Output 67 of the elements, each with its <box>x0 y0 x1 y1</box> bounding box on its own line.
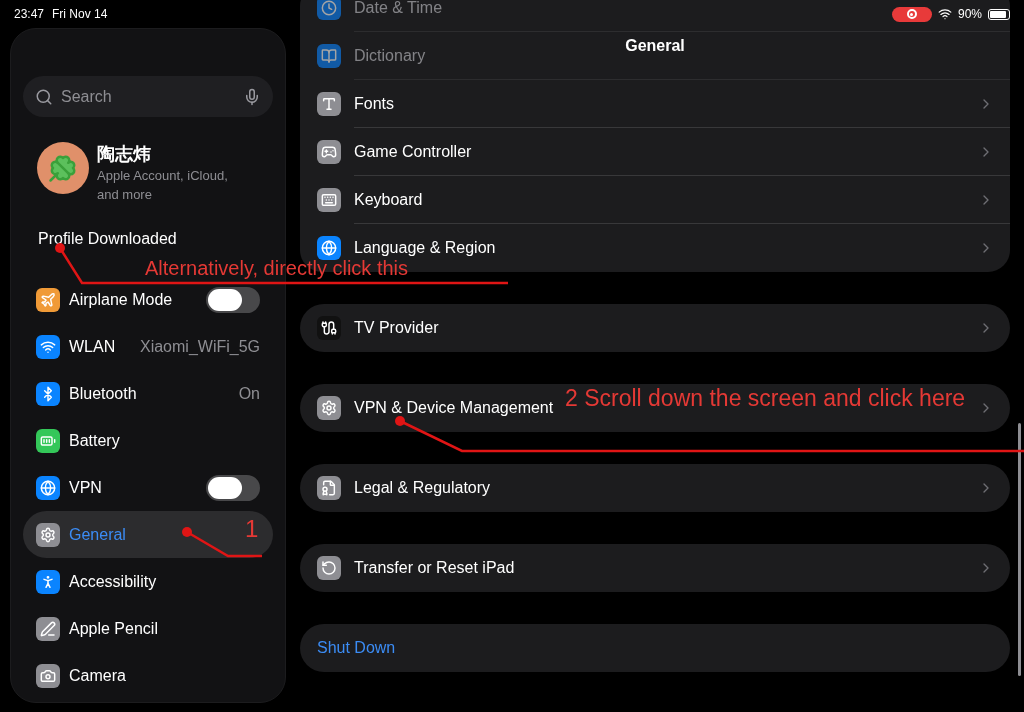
toggle-switch[interactable] <box>206 474 260 501</box>
row-label[interactable]: Date & Time <box>354 0 443 20</box>
airplane-icon <box>36 287 60 312</box>
item-label: Apple Pencil <box>69 618 158 639</box>
item-value: On <box>238 383 260 404</box>
status-date: Fri Nov 14 <box>52 6 108 23</box>
status-time: 23:47 <box>14 6 45 23</box>
item-label: Airplane Mode <box>69 289 173 310</box>
settings-item[interactable]: Camera <box>23 652 273 699</box>
bluetooth-icon <box>36 381 60 406</box>
item-label: Bluetooth <box>69 383 137 404</box>
gear-icon <box>317 396 341 420</box>
account-subtitle: Apple Account, iCloud, and more <box>97 167 229 204</box>
search-icon <box>35 87 53 106</box>
globe-icon <box>36 475 60 500</box>
row-label[interactable]: TV Provider <box>354 316 439 340</box>
account-name: 陶志炜 <box>97 143 152 166</box>
battery-icon <box>988 8 1010 20</box>
row-label[interactable]: Dictionary <box>354 43 426 68</box>
wifi-icon <box>36 334 60 359</box>
item-value: Xiaomi_WiFi_5G <box>139 336 260 357</box>
shut-down-button[interactable]: Shut Down <box>317 636 396 660</box>
settings-item[interactable]: Accessibility <box>23 558 273 605</box>
camera-icon <box>36 663 60 688</box>
reset-icon <box>317 556 341 580</box>
item-label: Accessibility <box>69 571 157 592</box>
settings-item[interactable]: Battery <box>23 417 273 464</box>
clock-icon <box>317 0 341 20</box>
cable-icon <box>317 316 341 340</box>
gamepad-icon <box>317 140 341 164</box>
row-label[interactable]: Transfer or Reset iPad <box>354 556 515 580</box>
annotation-text: 2 Scroll down the screen and click here <box>565 387 966 410</box>
microphone-icon <box>243 87 261 106</box>
row-label[interactable]: Game Controller <box>354 139 472 164</box>
row-label[interactable]: Legal & Regulatory <box>354 476 491 500</box>
row-label[interactable]: Language & Region <box>354 236 496 260</box>
item-label: Camera <box>69 665 126 686</box>
wifi-icon <box>937 7 952 21</box>
item-label: Battery <box>69 430 120 451</box>
settings-item[interactable]: VPN <box>23 464 273 511</box>
settings-item[interactable]: WLAN Xiaomi_WiFi_5G <box>23 323 273 370</box>
settings-item[interactable]: Apple Pencil <box>23 605 273 652</box>
row-label[interactable]: VPN & Device Management <box>354 396 554 420</box>
profile-downloaded-link[interactable]: Profile Downloaded <box>23 227 273 251</box>
item-label: General <box>69 524 126 545</box>
search-placeholder: Search <box>61 86 113 107</box>
battery-icon <box>36 428 60 453</box>
book-icon <box>317 44 341 68</box>
keyboard-icon <box>317 188 341 212</box>
annotation-text: 1 <box>245 517 259 541</box>
row-label[interactable]: Keyboard <box>354 187 423 212</box>
search-field[interactable]: Search <box>23 76 273 117</box>
pencil-icon <box>36 616 60 641</box>
avatar[interactable] <box>37 142 89 194</box>
item-label: VPN <box>69 477 102 498</box>
globe-icon <box>317 236 341 260</box>
row-label[interactable]: Fonts <box>354 91 394 116</box>
document-icon <box>317 476 341 500</box>
font-icon <box>317 92 341 116</box>
item-label: WLAN <box>69 336 116 357</box>
battery-percent: 90% <box>957 6 982 23</box>
settings-icon <box>36 522 60 547</box>
person-icon <box>36 569 60 594</box>
toggle-switch[interactable] <box>206 286 260 313</box>
annotation-text: Alternatively, directly click this <box>145 258 409 278</box>
page-title: General <box>625 36 685 56</box>
settings-item[interactable]: Bluetooth On <box>23 370 273 417</box>
